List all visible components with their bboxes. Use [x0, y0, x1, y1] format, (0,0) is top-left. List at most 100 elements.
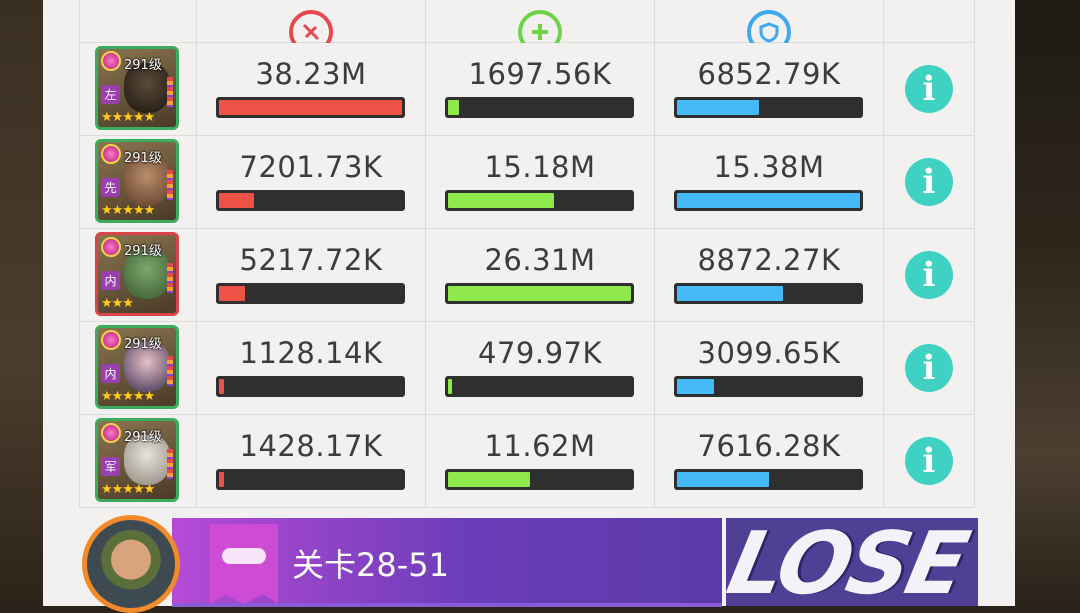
damage-bar — [216, 97, 405, 118]
damage-bar — [216, 283, 405, 304]
hero-level: 291级 — [124, 151, 162, 166]
damage-cell: 1428.17K — [196, 414, 426, 508]
result-banner: LOSE — [726, 518, 978, 606]
damage-value: 1428.17K — [239, 429, 383, 463]
hero-avatar-cell: 291级 军 ★★★★★ — [79, 414, 197, 508]
heal-bar — [445, 376, 634, 397]
hero-stars: ★★★ — [101, 296, 134, 311]
hero-level: 291级 — [124, 244, 162, 259]
info-button[interactable]: i — [905, 65, 953, 113]
hero-stars: ★★★★★ — [101, 110, 155, 125]
defense-bar-fill — [677, 379, 714, 394]
hero-position-badge: 内 — [101, 364, 120, 383]
defense-cell: 6852.79K — [654, 42, 884, 136]
damage-bar-fill — [219, 100, 402, 115]
hero-avatar-cell: 291级 先 ★★★★★ — [79, 135, 197, 229]
defense-cell: 3099.65K — [654, 321, 884, 415]
defense-cell: 8872.27K — [654, 228, 884, 322]
stage-bar: 关卡28-51 — [172, 518, 722, 607]
hero-avatar[interactable]: 291级 军 ★★★★★ — [95, 418, 179, 502]
table-header — [79, 0, 975, 54]
header-info — [883, 0, 975, 43]
heal-bar — [445, 283, 634, 304]
hero-level: 291级 — [124, 58, 162, 73]
defense-bar — [674, 376, 863, 397]
heart-gem-icon — [101, 423, 121, 443]
heal-bar-fill — [448, 472, 531, 487]
heal-bar-fill — [448, 193, 555, 208]
header-defense — [654, 0, 884, 54]
header-damage — [196, 0, 426, 54]
defense-value: 3099.65K — [697, 336, 841, 370]
hero-row: 291级 先 ★★★★★ 7201.73K 15.18M 15.38M i — [79, 135, 975, 229]
hero-row: 291级 军 ★★★★★ 1428.17K 11.62M 7616.28K i — [79, 414, 975, 508]
background-left — [0, 0, 45, 606]
hero-avatar[interactable]: 291级 内 ★★★ — [95, 232, 179, 316]
damage-bar — [216, 376, 405, 397]
damage-cell: 38.23M — [196, 42, 426, 136]
hero-position-badge: 内 — [101, 271, 120, 290]
hero-level: 291级 — [124, 430, 162, 445]
player-avatar[interactable] — [82, 515, 180, 613]
hero-stars: ★★★★★ — [101, 203, 155, 218]
rank-ticks — [167, 263, 173, 293]
defense-bar-fill — [677, 472, 769, 487]
damage-bar — [216, 469, 405, 490]
hero-avatar[interactable]: 291级 内 ★★★★★ — [95, 325, 179, 409]
info-button[interactable]: i — [905, 437, 953, 485]
damage-cell: 7201.73K — [196, 135, 426, 229]
defense-cell: 7616.28K — [654, 414, 884, 508]
defense-value: 7616.28K — [697, 429, 841, 463]
info-cell: i — [883, 42, 975, 136]
info-button[interactable]: i — [905, 344, 953, 392]
hero-row: 291级 内 ★★★★★ 1128.14K 479.97K 3099.65K i — [79, 321, 975, 415]
defense-bar — [674, 190, 863, 211]
defense-bar-fill — [677, 193, 860, 208]
heal-bar-fill — [448, 100, 459, 115]
heal-bar — [445, 469, 634, 490]
defense-value: 8872.27K — [697, 243, 841, 277]
heal-cell: 26.31M — [425, 228, 655, 322]
stage-label: 关卡28-51 — [292, 546, 449, 584]
heal-value: 11.62M — [484, 429, 596, 463]
heal-value: 15.18M — [484, 150, 596, 184]
heart-gem-icon — [101, 144, 121, 164]
hero-avatar[interactable]: 291级 先 ★★★★★ — [95, 139, 179, 223]
damage-bar-fill — [219, 286, 245, 301]
hero-row: 291级 左 ★★★★★ 38.23M 1697.56K 6852.79K i — [79, 42, 975, 136]
rank-ticks — [167, 77, 173, 107]
rank-ticks — [167, 449, 173, 479]
hero-avatar-cell: 291级 左 ★★★★★ — [79, 42, 197, 136]
heal-cell: 11.62M — [425, 414, 655, 508]
heal-bar — [445, 97, 634, 118]
heal-bar — [445, 190, 634, 211]
hero-stars: ★★★★★ — [101, 482, 155, 497]
hero-position-badge: 军 — [101, 457, 120, 476]
rank-ticks — [167, 170, 173, 200]
rank-ticks — [167, 356, 173, 386]
banner-icon — [210, 524, 278, 604]
info-button[interactable]: i — [905, 251, 953, 299]
header-empty — [79, 0, 197, 43]
info-button[interactable]: i — [905, 158, 953, 206]
heal-value: 479.97K — [478, 336, 602, 370]
heal-bar-fill — [448, 286, 631, 301]
defense-value: 6852.79K — [697, 57, 841, 91]
defense-value: 15.38M — [713, 150, 825, 184]
hero-avatar-cell: 291级 内 ★★★★★ — [79, 321, 197, 415]
info-cell: i — [883, 414, 975, 508]
damage-bar-fill — [219, 379, 225, 394]
damage-cell: 5217.72K — [196, 228, 426, 322]
info-cell: i — [883, 228, 975, 322]
hero-position-badge: 左 — [101, 85, 120, 104]
banner-mask-icon — [222, 548, 266, 564]
defense-bar — [674, 469, 863, 490]
hero-position-badge: 先 — [101, 178, 120, 197]
info-cell: i — [883, 321, 975, 415]
defense-bar — [674, 97, 863, 118]
defense-bar-fill — [677, 286, 784, 301]
heart-gem-icon — [101, 51, 121, 71]
damage-bar-fill — [219, 472, 225, 487]
hero-avatar[interactable]: 291级 左 ★★★★★ — [95, 46, 179, 130]
hero-level: 291级 — [124, 337, 162, 352]
